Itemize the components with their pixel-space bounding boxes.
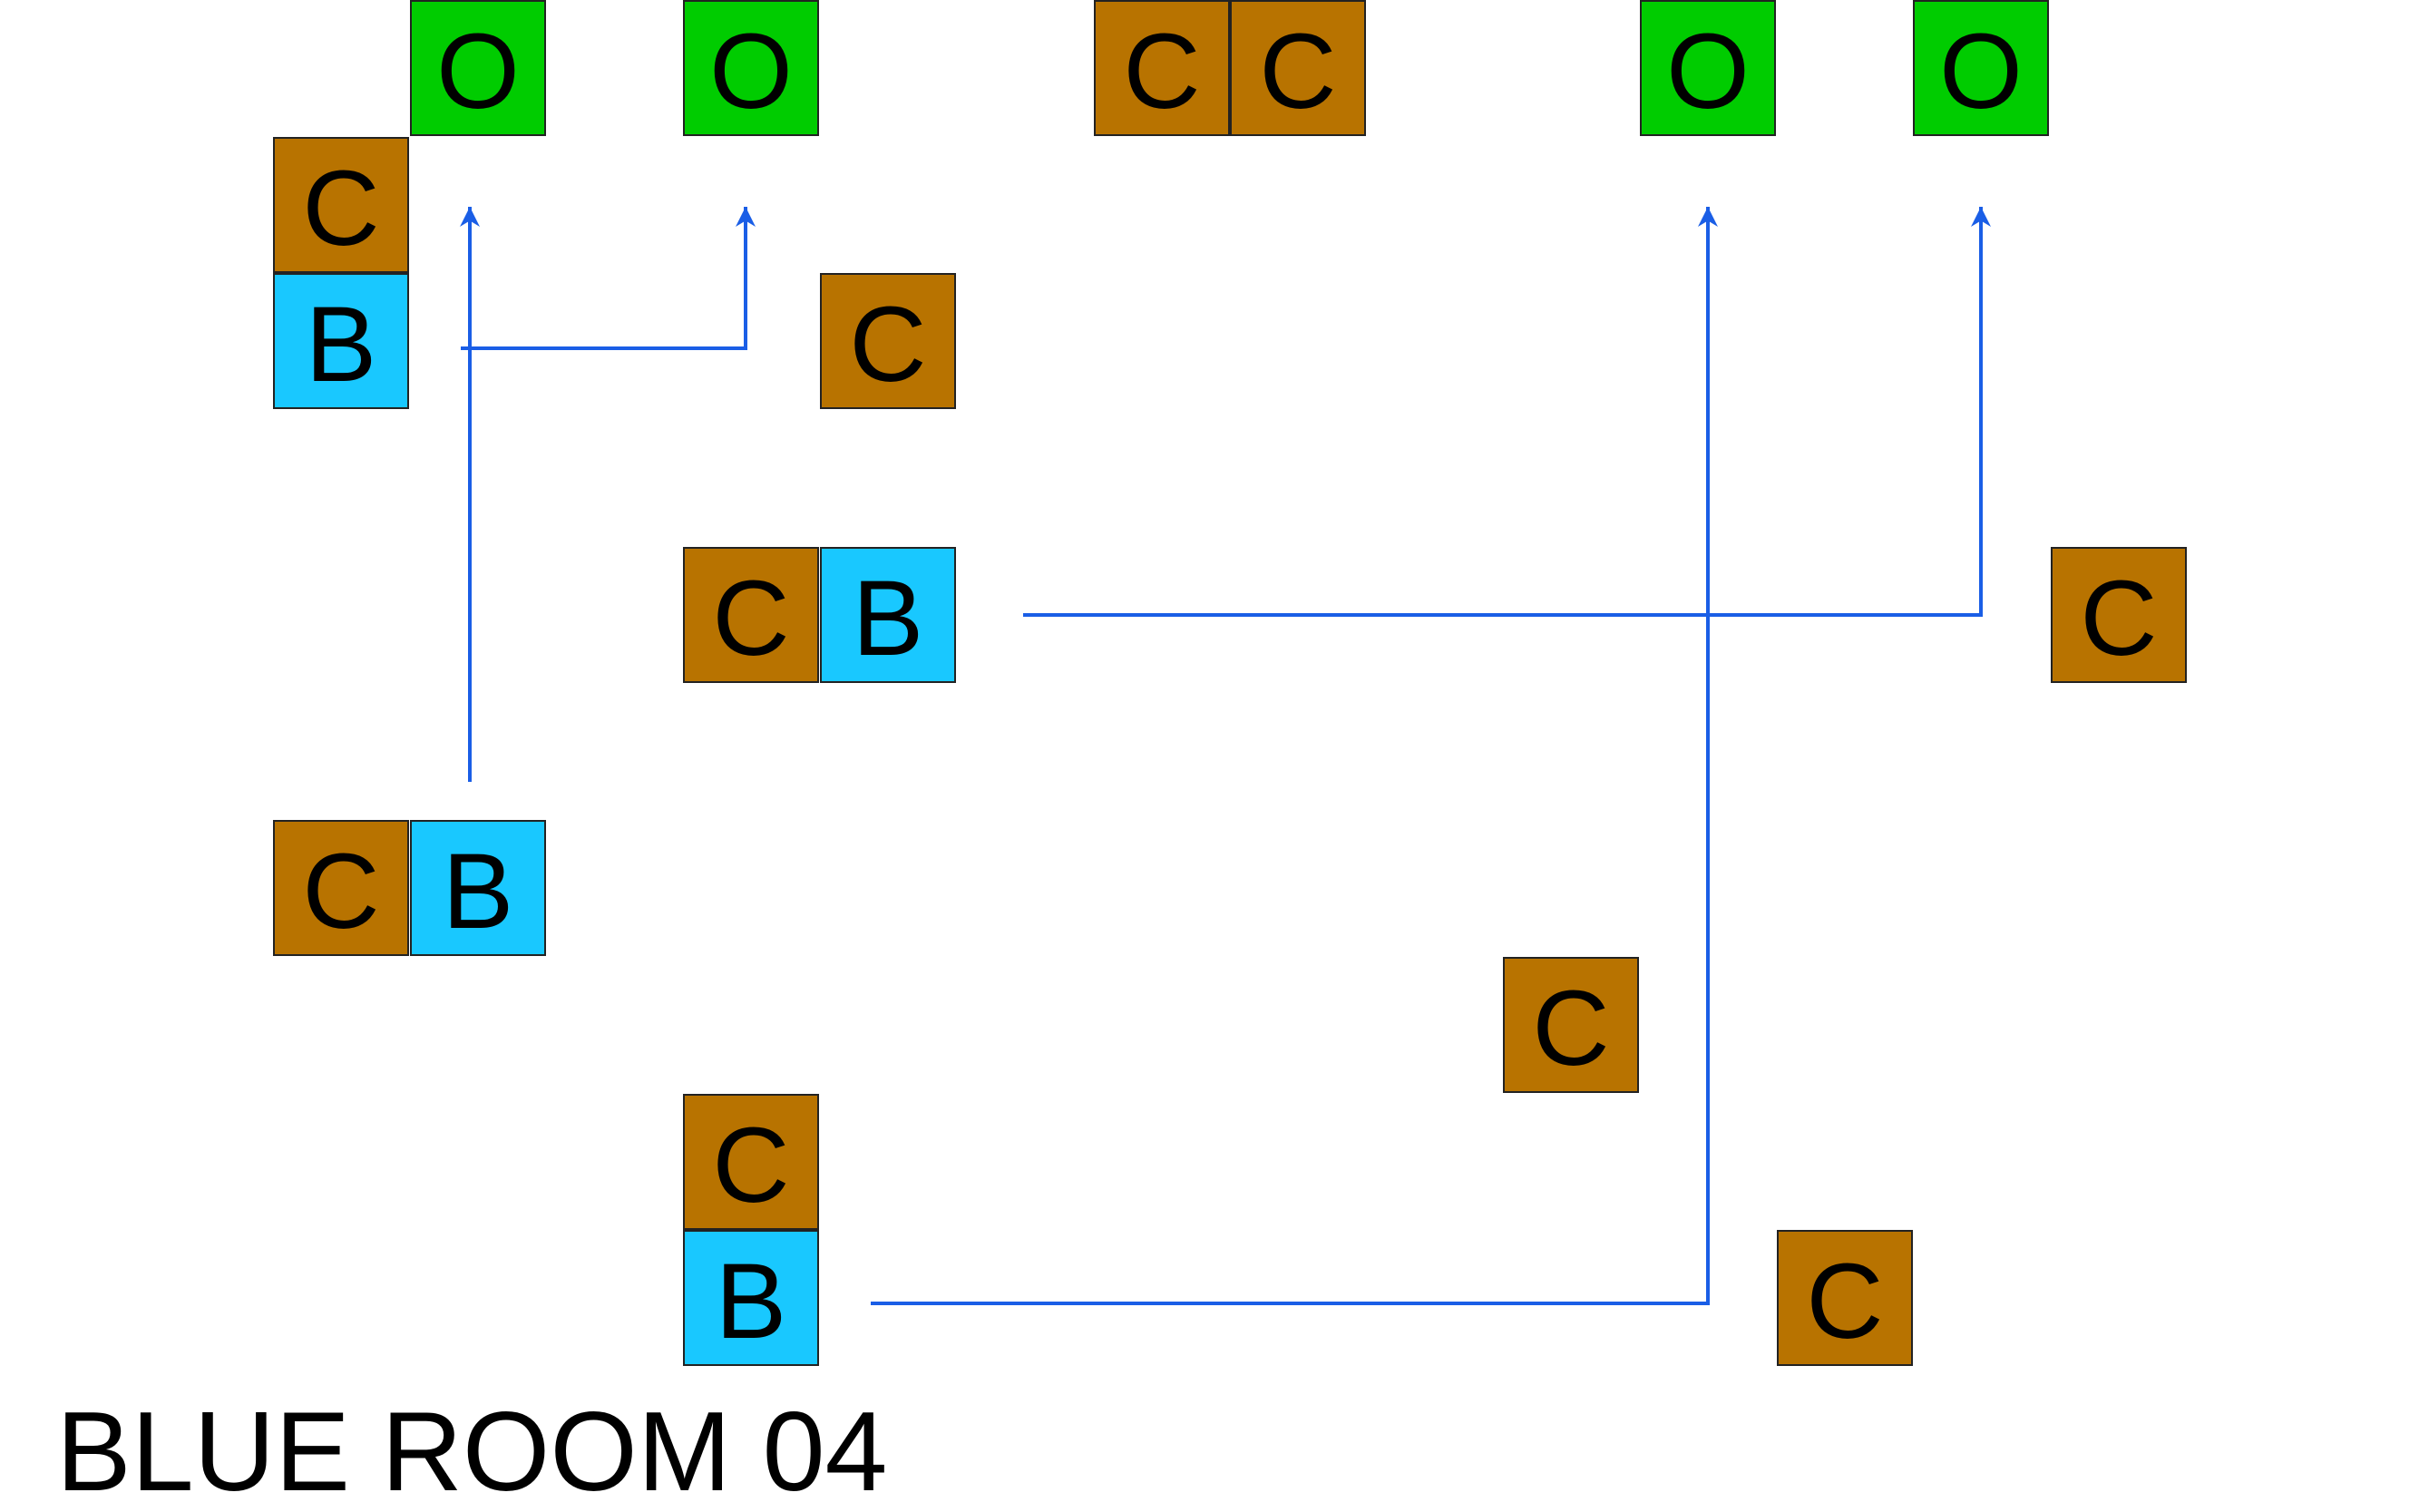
crate-tile-label: C <box>849 285 926 405</box>
crate-tile-label: C <box>2080 559 2157 678</box>
goal-tile: O <box>1913 0 2049 136</box>
blue-tile: B <box>683 1230 819 1366</box>
tiles-layer: O O C C O OCB CC B CC BCCB C <box>273 0 2187 1366</box>
blue-tile-label: B <box>443 832 514 951</box>
crate-tile: C <box>820 273 956 409</box>
blue-tile: B <box>410 820 546 956</box>
crate-tile: C <box>683 1094 819 1230</box>
goal-tile: O <box>410 0 546 136</box>
room-title: BLUE ROOM 04 <box>56 1390 888 1512</box>
crate-tile-label: C <box>712 559 789 678</box>
crate-tile: C <box>273 137 409 273</box>
crate-tile: C <box>1230 0 1366 136</box>
crate-tile-label: C <box>1259 12 1336 132</box>
move-path-arrow <box>1023 207 1991 617</box>
crate-tile-label: C <box>712 1106 789 1225</box>
crate-tile: C <box>273 820 409 956</box>
blue-tile-label: B <box>716 1242 787 1361</box>
goal-tile: O <box>683 0 819 136</box>
crate-tile: C <box>1503 957 1639 1093</box>
goal-tile-label: O <box>709 12 793 132</box>
blue-tile: B <box>273 273 409 409</box>
crate-tile: C <box>1094 0 1230 136</box>
crate-tile-label: C <box>1806 1242 1883 1361</box>
blue-tile: B <box>820 547 956 683</box>
crate-tile-label: C <box>302 149 379 268</box>
goal-tile-label: O <box>1939 12 2023 132</box>
crate-tile-label: C <box>302 832 379 951</box>
puzzle-diagram: O O C C O OCB CC B CC BCCB C BLUE ROOM 04 <box>56 0 2187 1512</box>
move-path-arrow <box>461 207 756 350</box>
goal-tile-label: O <box>436 12 520 132</box>
goal-tile-label: O <box>1666 12 1750 132</box>
crate-tile: C <box>683 547 819 683</box>
crate-tile: C <box>1777 1230 1913 1366</box>
crate-tile: C <box>2051 547 2187 683</box>
move-path-arrow <box>871 207 1718 1305</box>
blue-tile-label: B <box>853 559 924 678</box>
crate-tile-label: C <box>1123 12 1200 132</box>
goal-tile: O <box>1640 0 1776 136</box>
crate-tile-label: C <box>1532 969 1609 1088</box>
blue-tile-label: B <box>306 285 377 405</box>
